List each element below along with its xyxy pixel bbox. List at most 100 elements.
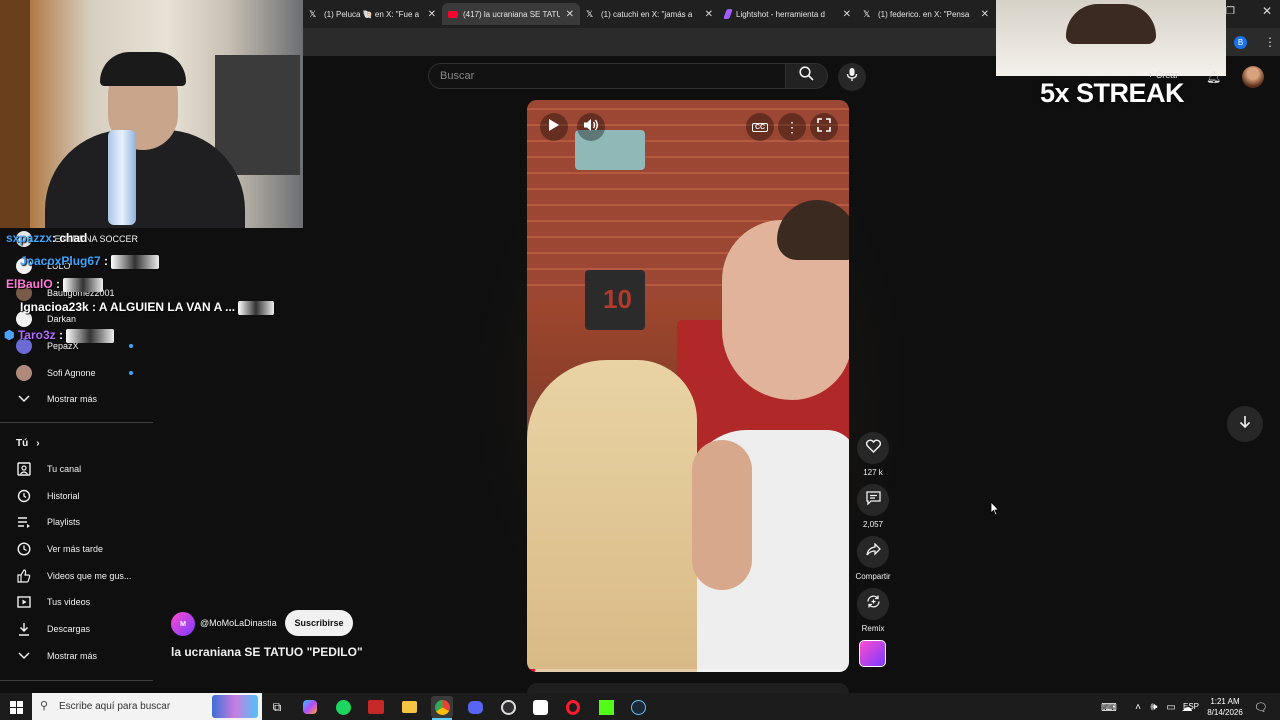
- x-logo-icon: 𝕏: [309, 9, 317, 19]
- tab-title: (1) Peluca 🐚 en X: "Fue a: [324, 9, 420, 19]
- thumbs-up-icon: [16, 568, 32, 584]
- chat-emote: [63, 277, 104, 292]
- close-icon[interactable]: ✕: [566, 9, 574, 20]
- chrome-icon[interactable]: [431, 696, 453, 718]
- sidebar-item-downloads[interactable]: Descargas: [0, 616, 153, 642]
- clock-icon: [16, 541, 32, 557]
- browser-tab[interactable]: 𝕏 (1) Peluca 🐚 en X: "Fue a ✕: [303, 3, 442, 25]
- discord-icon[interactable]: [464, 696, 486, 718]
- remix-action: Remix: [857, 588, 889, 633]
- more-options-button[interactable]: ⋮: [778, 113, 806, 141]
- taskbar-search-input[interactable]: ⚲ Escribe aquí para buscar: [32, 693, 262, 720]
- steam-icon[interactable]: [627, 696, 649, 718]
- comment-icon: [865, 490, 881, 510]
- sidebar-item-your-videos[interactable]: Tus videos: [0, 589, 153, 615]
- capcut-icon[interactable]: [529, 696, 551, 718]
- chat-text: : A ALGUIEN LA VAN A ...: [88, 300, 236, 314]
- sidebar-item-label: Descargas: [47, 624, 91, 634]
- channel-avatar[interactable]: M: [171, 612, 195, 636]
- webcam-overlay: [0, 0, 303, 228]
- chat-emote: [238, 300, 275, 315]
- sidebar-item-watch-later[interactable]: Ver más tarde: [0, 536, 153, 562]
- file-explorer-icon[interactable]: [398, 696, 420, 718]
- chevron-down-icon: [16, 391, 32, 407]
- tab-title: Lightshot - herramienta d: [736, 9, 825, 19]
- youtube-icon: [448, 10, 458, 18]
- heart-icon: [865, 439, 881, 458]
- window-close-icon[interactable]: ✕: [1262, 4, 1272, 18]
- progress-bar[interactable]: [527, 669, 849, 672]
- next-short-button[interactable]: [1227, 406, 1263, 442]
- sound-thumbnail[interactable]: [859, 640, 886, 667]
- browser-tab[interactable]: 𝕏 (1) catuchi en X: "jamás a ✕: [580, 3, 719, 25]
- badge-icon: ⬢: [4, 328, 15, 342]
- chat-emote: [66, 328, 115, 343]
- streak-text: 5x STREAK: [1040, 78, 1185, 108]
- sidebar-item-playlists[interactable]: Playlists: [0, 509, 153, 535]
- windows-start-icon[interactable]: [5, 696, 27, 718]
- close-icon[interactable]: ✕: [705, 9, 713, 20]
- fullscreen-button[interactable]: [810, 113, 838, 141]
- browser-tab-active[interactable]: (417) la ucraniana SE TATU ✕: [442, 3, 580, 25]
- chevron-down-icon: [16, 648, 32, 664]
- subscribe-button[interactable]: Suscribirse: [285, 610, 353, 636]
- sidebar-you-header[interactable]: Tú ›: [0, 430, 153, 456]
- sidebar-item-liked[interactable]: Videos que me gus...: [0, 563, 153, 589]
- short-video-player[interactable]: 10 CC ⋮: [527, 100, 849, 672]
- sidebar-subscription[interactable]: Sofi Agnone: [0, 360, 153, 386]
- remix-button[interactable]: [857, 588, 889, 620]
- language-indicator[interactable]: ESP: [1183, 702, 1199, 711]
- voicemeeter-icon[interactable]: [365, 696, 387, 718]
- play-button[interactable]: [540, 113, 568, 141]
- volume-button[interactable]: [577, 113, 605, 141]
- voice-search-button[interactable]: [838, 63, 866, 91]
- clock-date: 8/14/2026: [1207, 708, 1243, 717]
- like-count: 127 k: [863, 468, 883, 477]
- door-frame: [0, 0, 30, 228]
- clock[interactable]: 1:21 AM 8/14/2026: [1204, 696, 1246, 718]
- progress-fill: [527, 669, 535, 672]
- search-button[interactable]: [786, 63, 828, 89]
- account-avatar[interactable]: [1242, 66, 1264, 88]
- sidebar-item-history[interactable]: Historial: [0, 483, 153, 509]
- notifications-icon[interactable]: 🔔︎: [1206, 70, 1221, 84]
- sidebar-item-channel[interactable]: Tu canal: [0, 456, 153, 482]
- like-button[interactable]: [857, 432, 889, 464]
- sidebar-item-show-more[interactable]: Mostrar más: [0, 643, 153, 669]
- comments-button[interactable]: [857, 484, 889, 516]
- profile-badge[interactable]: B: [1234, 36, 1247, 49]
- sidebar-item-label: Sofi Agnone: [47, 368, 96, 378]
- captions-button[interactable]: CC: [746, 113, 774, 141]
- copilot-icon[interactable]: [299, 696, 321, 718]
- sidebar-show-more[interactable]: Mostrar más: [0, 386, 153, 412]
- comment-action: 2,057: [857, 484, 889, 529]
- restore-icon[interactable]: ❐: [1226, 6, 1235, 17]
- search-icon: [799, 66, 814, 86]
- notification-center-icon[interactable]: 🗨︎: [1250, 696, 1272, 718]
- search-input[interactable]: Buscar: [428, 63, 786, 89]
- close-icon[interactable]: ✕: [981, 9, 989, 20]
- history-icon: [16, 488, 32, 504]
- spotify-icon[interactable]: [332, 696, 354, 718]
- browser-tab[interactable]: 𝕏 (1) federico. en X: "Pensa ✕: [857, 3, 995, 25]
- sidebar-item-label: Playlists: [47, 517, 81, 527]
- water-bottle: [108, 130, 136, 225]
- close-icon[interactable]: ✕: [843, 9, 851, 20]
- remix-label: Remix: [861, 624, 885, 633]
- remix-icon: [866, 594, 881, 614]
- mouse-cursor: [990, 500, 1000, 521]
- kick-icon[interactable]: [595, 696, 617, 718]
- browser-tab[interactable]: Lightshot - herramienta d ✕: [719, 3, 857, 25]
- short-title: la ucraniana SE TATUO "PEDILO": [171, 645, 363, 659]
- like-action: 127 k: [857, 432, 889, 477]
- obs-icon[interactable]: [497, 696, 519, 718]
- share-button[interactable]: [857, 536, 889, 568]
- next-short-peek[interactable]: [527, 683, 849, 693]
- menu-dots-icon[interactable]: ⋮: [1264, 35, 1276, 49]
- channel-name[interactable]: @MoMoLaDinastia: [200, 618, 277, 628]
- create-button[interactable]: + Crear: [1148, 70, 1178, 80]
- keyboard-icon[interactable]: ⌨: [1098, 696, 1120, 718]
- opera-icon[interactable]: [562, 696, 584, 718]
- task-view-icon[interactable]: ⧉: [266, 696, 288, 718]
- close-icon[interactable]: ✕: [428, 9, 436, 20]
